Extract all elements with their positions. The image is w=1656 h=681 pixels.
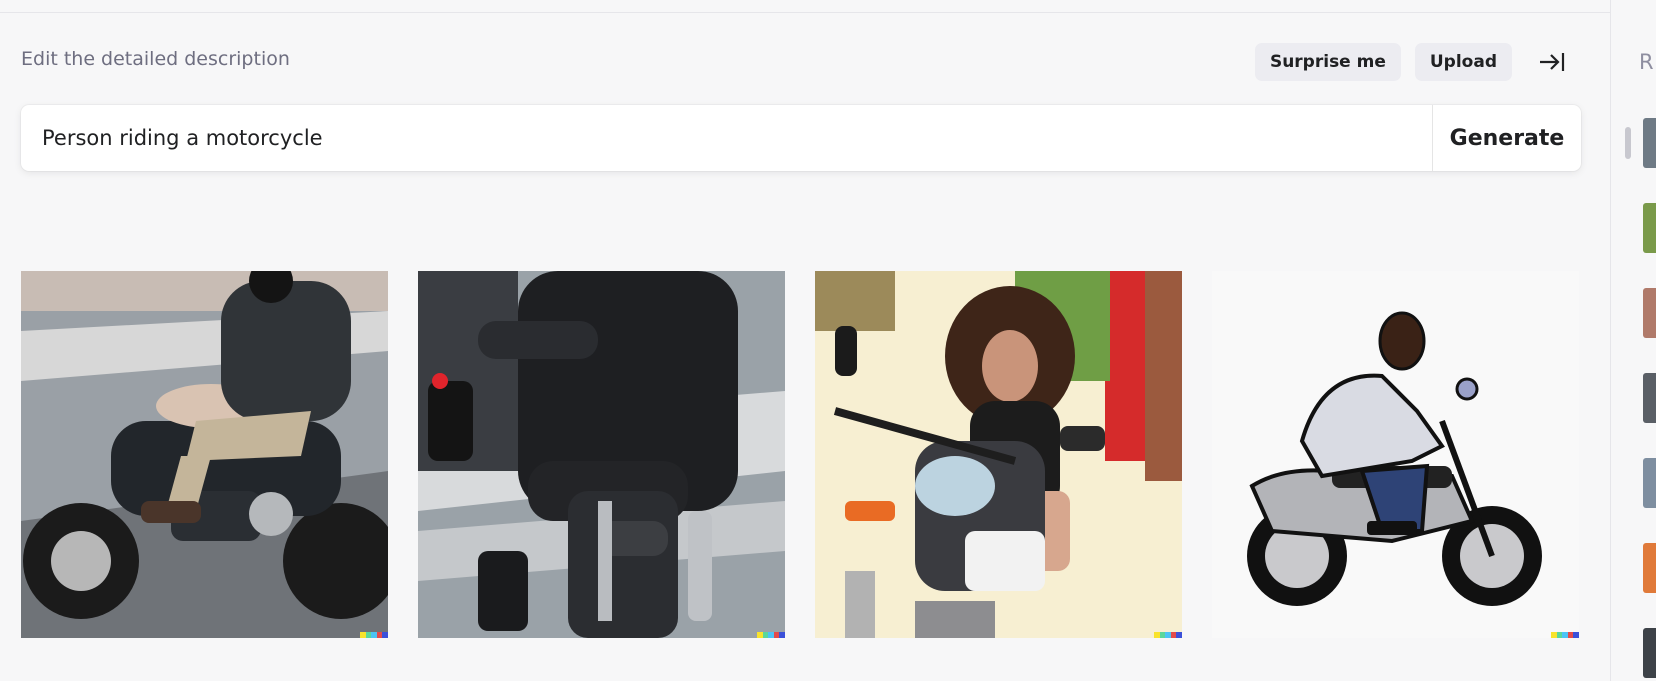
rider-back-view-image (418, 271, 785, 638)
history-sidebar: R (1610, 0, 1656, 681)
top-actions: Surprise me Upload (1254, 43, 1572, 81)
prompt-input[interactable] (21, 105, 1432, 171)
woman-on-motorcycle-image (815, 271, 1182, 638)
surprise-me-button[interactable]: Surprise me (1254, 43, 1401, 81)
history-thumbnail[interactable] (1643, 288, 1656, 338)
top-divider (0, 12, 1610, 13)
history-thumbnail[interactable] (1643, 203, 1656, 253)
signature-strip (757, 632, 785, 638)
signature-strip (1154, 632, 1182, 638)
result-image-3[interactable] (815, 271, 1182, 638)
sidebar-scrollbar[interactable] (1625, 127, 1631, 159)
arrow-right-bar-icon (1540, 53, 1565, 71)
signature-strip (1551, 632, 1579, 638)
description-label: Edit the detailed description (21, 48, 290, 70)
history-thumbnail[interactable] (1643, 628, 1656, 678)
cartoon-rider-image (1212, 271, 1579, 638)
main-panel: Edit the detailed description Surprise m… (0, 0, 1610, 681)
result-image-1[interactable] (21, 271, 388, 638)
history-thumbnail[interactable] (1643, 118, 1656, 168)
result-image-4[interactable] (1212, 271, 1579, 638)
upload-button[interactable]: Upload (1414, 43, 1512, 81)
result-image-2[interactable] (418, 271, 785, 638)
history-thumbnail[interactable] (1643, 373, 1656, 423)
history-thumbnail[interactable] (1643, 543, 1656, 593)
history-thumbnail[interactable] (1643, 458, 1656, 508)
collapse-sidebar-button[interactable] (1532, 43, 1572, 81)
prompt-bar: Generate (21, 105, 1581, 171)
signature-strip (360, 632, 388, 638)
generate-button[interactable]: Generate (1432, 105, 1581, 171)
sidebar-title: R (1639, 50, 1654, 74)
motorcycle-rider-image (21, 271, 388, 638)
